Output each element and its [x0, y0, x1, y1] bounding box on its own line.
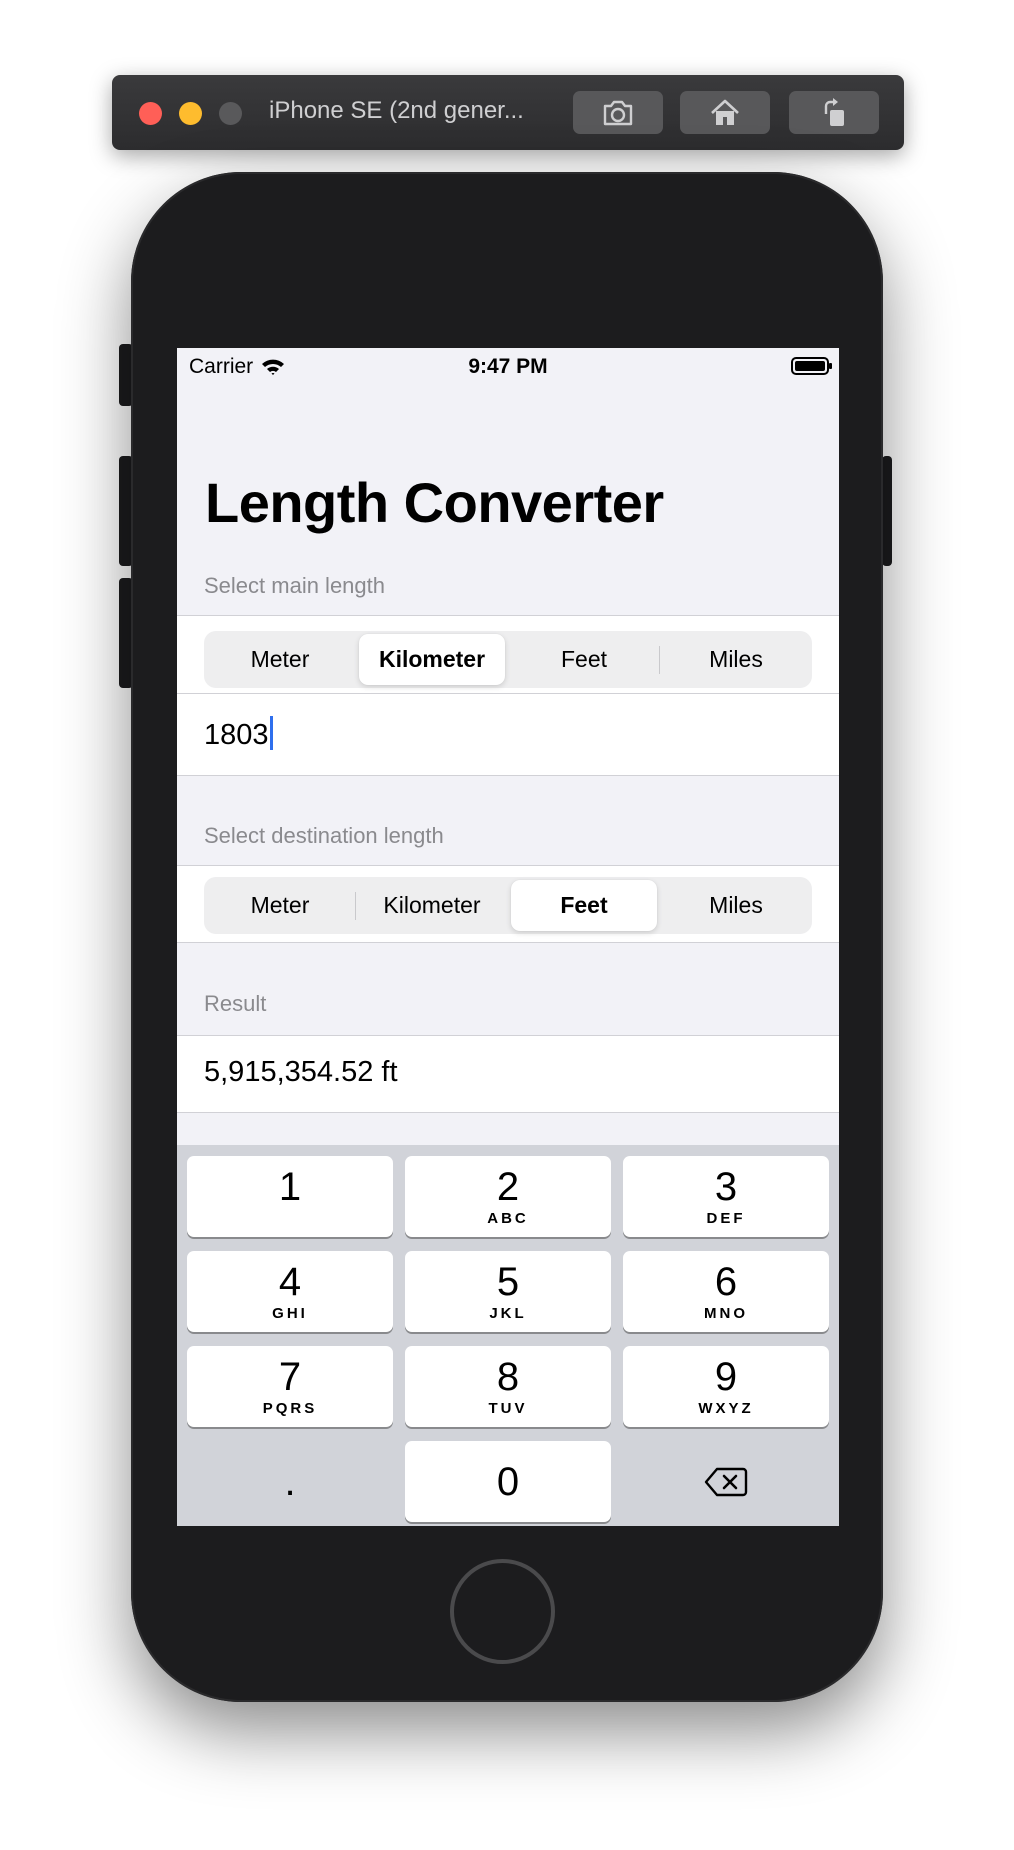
main-segment-kilometer[interactable]: Kilometer: [359, 634, 505, 685]
key-1[interactable]: 1: [187, 1156, 393, 1237]
text-cursor: [269, 716, 273, 750]
page-title: Length Converter: [205, 471, 664, 534]
home-toolbar-button[interactable]: [680, 91, 770, 134]
main-length-segmented-control[interactable]: Meter Kilometer Feet Miles: [204, 631, 812, 688]
divider: [177, 942, 839, 943]
key-decimal[interactable]: .: [187, 1441, 393, 1522]
dest-segment-feet[interactable]: Feet: [511, 880, 657, 931]
delete-key[interactable]: [623, 1441, 829, 1522]
zoom-window-button[interactable]: [219, 102, 242, 125]
key-letters: ABC: [487, 1210, 529, 1227]
key-digit: 6: [714, 1260, 738, 1304]
main-length-group: Meter Kilometer Feet Miles 1803: [177, 616, 839, 776]
simulator-title: iPhone SE (2nd gener...: [269, 97, 524, 124]
dest-segment-meter[interactable]: Meter: [207, 880, 353, 931]
key-6[interactable]: 6 MNO: [623, 1251, 829, 1332]
destination-length-segmented-control[interactable]: Meter Kilometer Feet Miles: [204, 877, 812, 934]
camera-icon: [603, 100, 633, 125]
key-8[interactable]: 8 TUV: [405, 1346, 611, 1427]
key-3[interactable]: 3 DEF: [623, 1156, 829, 1237]
close-window-button[interactable]: [139, 102, 162, 125]
key-digit: 9: [714, 1355, 738, 1399]
key-9[interactable]: 9 WXYZ: [623, 1346, 829, 1427]
rotate-button[interactable]: [789, 91, 879, 134]
key-digit: 4: [278, 1260, 302, 1304]
key-digit: 0: [496, 1459, 520, 1504]
main-length-label: Select main length: [204, 573, 385, 598]
minimize-window-button[interactable]: [179, 102, 202, 125]
key-letters: TUV: [488, 1400, 528, 1417]
key-digit: 8: [496, 1355, 520, 1399]
result-value: 5,915,354.52 ft: [204, 1056, 398, 1088]
key-4[interactable]: 4 GHI: [187, 1251, 393, 1332]
result-cell: 5,915,354.52 ft: [177, 1036, 839, 1112]
key-digit: 7: [278, 1355, 302, 1399]
key-digit: .: [284, 1459, 296, 1504]
key-letters: DEF: [706, 1210, 746, 1227]
dest-segment-miles[interactable]: Miles: [663, 880, 809, 931]
delete-backspace-icon: [704, 1467, 748, 1496]
length-input-value: 1803: [204, 719, 269, 751]
key-letters: WXYZ: [698, 1400, 754, 1417]
status-bar: Carrier 9:47 PM: [177, 348, 839, 384]
key-0[interactable]: 0: [405, 1441, 611, 1522]
key-digit: 5: [496, 1260, 520, 1304]
key-letters: JKL: [489, 1305, 527, 1322]
dest-segment-kilometer[interactable]: Kilometer: [359, 880, 505, 931]
phone-screen: Carrier 9:47 PM Length Converter Select …: [177, 348, 839, 1526]
divider: [177, 693, 839, 694]
simulator-toolbar: iPhone SE (2nd gener...: [112, 75, 904, 150]
power-button: [882, 456, 892, 566]
result-label: Result: [204, 991, 267, 1016]
key-letters: PQRS: [262, 1400, 318, 1417]
segment-divider: [659, 646, 660, 674]
destination-length-label: Select destination length: [204, 823, 444, 848]
main-segment-miles[interactable]: Miles: [663, 634, 809, 685]
destination-length-group: Meter Kilometer Feet Miles: [177, 866, 839, 942]
key-7[interactable]: 7 PQRS: [187, 1346, 393, 1427]
rotate-icon: [824, 97, 844, 126]
divider: [177, 775, 839, 776]
home-button[interactable]: [450, 1559, 555, 1664]
home-icon: [711, 99, 739, 125]
main-segment-meter[interactable]: Meter: [207, 634, 353, 685]
key-letters: MNO: [704, 1305, 748, 1322]
key-digit: 3: [714, 1165, 738, 1209]
key-digit: 1: [278, 1165, 302, 1209]
divider: [177, 1112, 839, 1113]
simulator-window: iPhone SE (2nd gener... Carrier 9:47 PM …: [0, 0, 1014, 1850]
main-segment-feet[interactable]: Feet: [511, 634, 657, 685]
battery-icon: [791, 357, 832, 375]
key-digit: 2: [496, 1165, 520, 1209]
key-2[interactable]: 2 ABC: [405, 1156, 611, 1237]
key-letters: GHI: [272, 1305, 308, 1322]
segment-divider: [355, 892, 356, 920]
status-time: 9:47 PM: [468, 355, 548, 378]
key-5[interactable]: 5 JKL: [405, 1251, 611, 1332]
screenshot-button[interactable]: [573, 91, 663, 134]
length-input-field[interactable]: 1803: [204, 716, 273, 752]
number-keyboard: 1 2 ABC 3 DEF 4 GHI 5 JKL 6 MNO 7 PQRS 8…: [177, 1145, 839, 1526]
